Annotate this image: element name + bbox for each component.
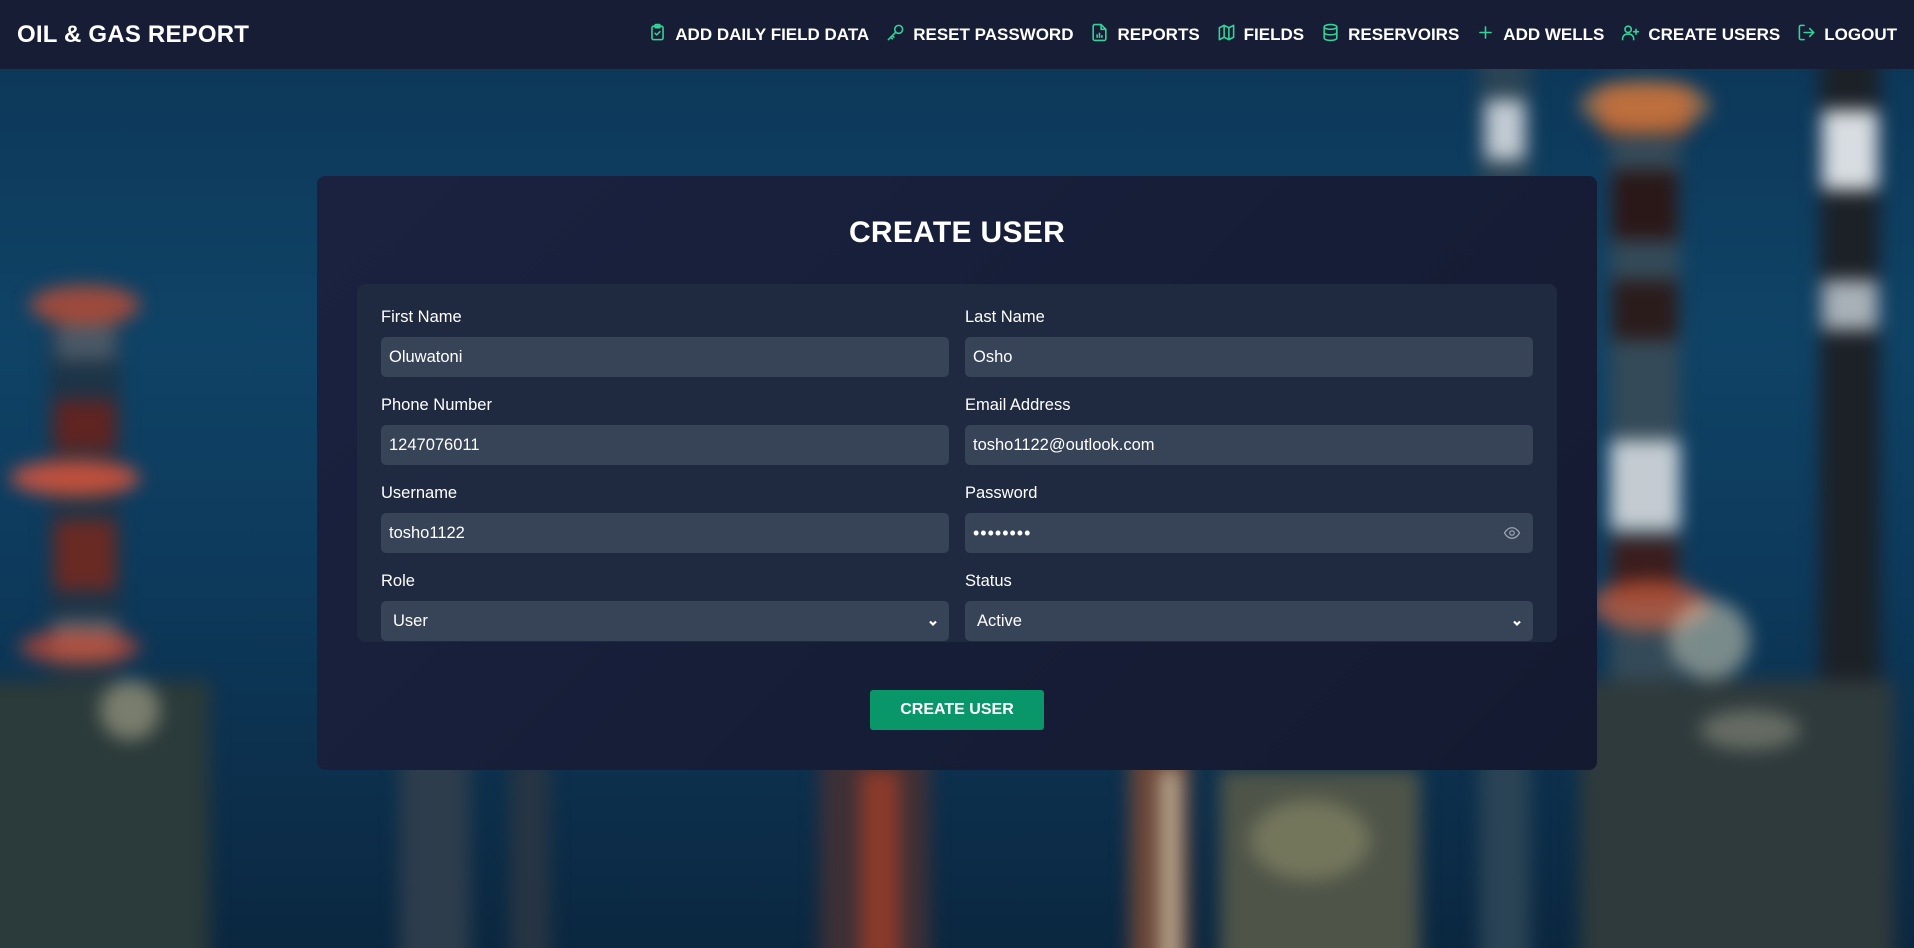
username-value: tosho1122 <box>389 523 465 542</box>
phone-value: 1247076011 <box>389 435 480 454</box>
status-group: Status Active <box>965 572 1533 641</box>
last-name-value: Osho <box>973 347 1013 366</box>
eye-icon[interactable] <box>1502 524 1522 542</box>
role-group: Role User <box>381 572 949 641</box>
role-label: Role <box>381 572 415 590</box>
first-name-group: First Name Oluwatoni <box>381 308 949 377</box>
role-select[interactable]: User <box>381 601 949 641</box>
first-name-value: Oluwatoni <box>389 347 463 366</box>
nav-add-daily-field-data[interactable]: ADD DAILY FIELD DATA <box>648 23 869 47</box>
map-icon <box>1217 23 1236 47</box>
nav-logout[interactable]: LOGOUT <box>1797 23 1897 47</box>
password-group: Password •••••••• <box>965 484 1533 553</box>
last-name-label: Last Name <box>965 308 1045 326</box>
email-group: Email Address tosho1122@outlook.com <box>965 396 1533 465</box>
top-navbar: OIL & GAS REPORT ADD DAILY FIELD DATA RE… <box>0 0 1914 69</box>
nav-label: ADD WELLS <box>1503 24 1605 44</box>
nav-reservoirs[interactable]: RESERVOIRS <box>1321 23 1459 47</box>
status-value: Active <box>977 611 1022 630</box>
status-label: Status <box>965 572 1012 590</box>
username-label: Username <box>381 484 458 502</box>
nav-label: ADD DAILY FIELD DATA <box>675 24 870 44</box>
password-label: Password <box>965 484 1038 502</box>
email-label: Email Address <box>965 396 1071 414</box>
username-group: Username tosho1122 <box>381 484 949 553</box>
first-name-input[interactable]: Oluwatoni <box>381 337 949 377</box>
first-name-label: First Name <box>381 308 462 326</box>
key-icon <box>886 23 905 47</box>
nav-add-wells[interactable]: ADD WELLS <box>1476 23 1604 47</box>
nav-label: LOGOUT <box>1824 24 1897 44</box>
nav-reports[interactable]: REPORTS <box>1090 23 1200 47</box>
nav-label: REPORTS <box>1117 24 1200 44</box>
page-title: CREATE USER <box>848 216 1066 249</box>
nav-label: RESET PASSWORD <box>913 24 1074 44</box>
logout-icon <box>1797 23 1816 47</box>
email-input[interactable]: tosho1122@outlook.com <box>965 425 1533 465</box>
brand-title[interactable]: OIL & GAS REPORT <box>17 21 249 49</box>
phone-group: Phone Number 1247076011 <box>381 396 949 465</box>
chevron-down-icon <box>1511 615 1523 627</box>
user-form-panel: First Name Oluwatoni Last Name Osho Phon… <box>357 284 1557 642</box>
nav-create-users[interactable]: CREATE USERS <box>1621 23 1780 47</box>
email-value: tosho1122@outlook.com <box>973 435 1155 454</box>
password-value: •••••••• <box>973 522 1032 543</box>
database-icon <box>1321 23 1340 47</box>
nav-label: RESERVOIRS <box>1348 24 1460 44</box>
clipboard-check-icon <box>648 23 667 47</box>
nav-label: FIELDS <box>1243 24 1305 44</box>
phone-input[interactable]: 1247076011 <box>381 425 949 465</box>
create-user-card: CREATE USER First Name Oluwatoni Last Na… <box>317 176 1597 770</box>
last-name-group: Last Name Osho <box>965 308 1533 377</box>
file-chart-icon <box>1090 23 1109 47</box>
nav-reset-password[interactable]: RESET PASSWORD <box>886 23 1073 47</box>
plus-icon <box>1476 23 1495 47</box>
phone-label: Phone Number <box>381 396 492 414</box>
username-input[interactable]: tosho1122 <box>381 513 949 553</box>
chevron-down-icon <box>927 615 939 627</box>
role-value: User <box>393 611 428 630</box>
last-name-input[interactable]: Osho <box>965 337 1533 377</box>
nav-menu: ADD DAILY FIELD DATA RESET PASSWORD REPO… <box>648 23 1897 47</box>
user-plus-icon <box>1621 23 1640 47</box>
nav-label: CREATE USERS <box>1648 24 1781 44</box>
status-select[interactable]: Active <box>965 601 1533 641</box>
password-input[interactable]: •••••••• <box>965 513 1533 553</box>
nav-fields[interactable]: FIELDS <box>1217 23 1304 47</box>
create-user-button[interactable]: CREATE USER <box>870 690 1044 730</box>
